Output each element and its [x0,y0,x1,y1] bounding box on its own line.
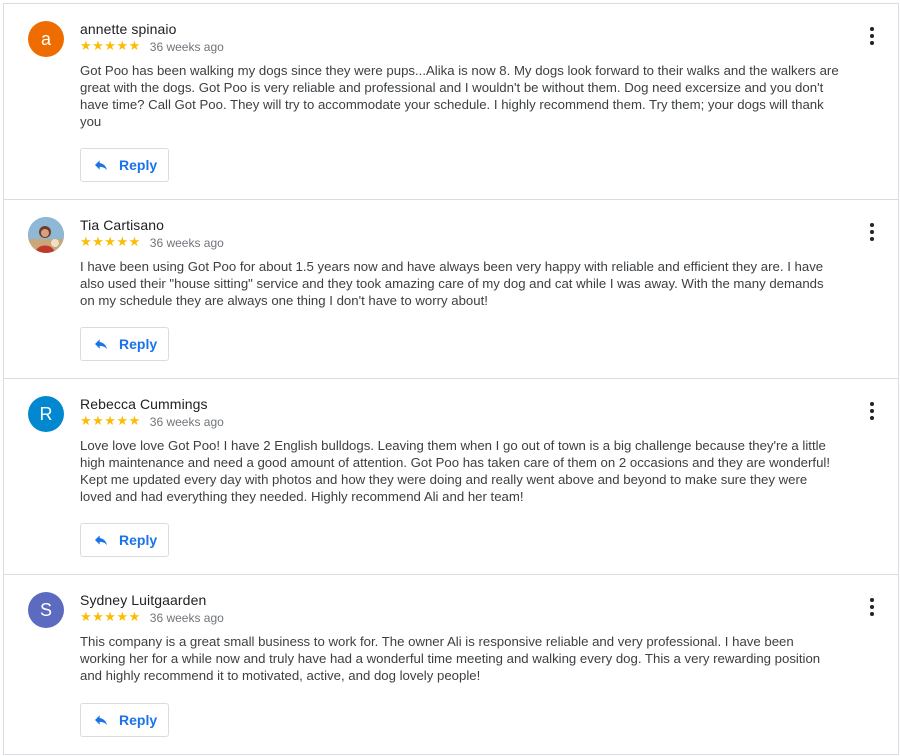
review-text: I have been using Got Poo for about 1.5 … [80,259,824,308]
review-text: Got Poo has been walking my dogs since t… [80,63,839,129]
review-date: 36 weeks ago [149,40,224,54]
more-options-icon[interactable] [866,597,878,617]
avatar[interactable]: a [28,21,64,57]
review-text: Love love love Got Poo! I have 2 English… [80,438,830,504]
reply-label: Reply [119,336,158,352]
review-card: a annette spinaio ★★★★★ 36 weeks ago Got… [3,3,899,200]
review-text: This company is a great small business t… [80,634,821,683]
more-options-icon[interactable] [866,222,878,242]
rating-row: ★★★★★ 36 weeks ago [80,39,224,55]
reply-button[interactable]: Reply [80,148,169,182]
star-rating: ★★★★★ [80,414,141,429]
reply-button[interactable]: Reply [80,327,169,361]
reply-label: Reply [119,532,158,548]
review-card: R Rebecca Cummings ★★★★★ 36 weeks ago Lo… [3,378,899,575]
avatar[interactable]: S [28,592,64,628]
more-options-icon[interactable] [866,26,878,46]
reviews-list: a annette spinaio ★★★★★ 36 weeks ago Got… [0,0,900,756]
review-card: Tia Cartisano ★★★★★ 36 weeks ago I have … [3,199,899,379]
avatar[interactable] [28,217,64,253]
reviewer-name[interactable]: Sydney Luitgaarden [80,592,206,608]
reply-arrow-icon [95,715,107,726]
rating-row: ★★★★★ 36 weeks ago [80,414,224,430]
reply-arrow-icon [95,535,107,546]
rating-row: ★★★★★ 36 weeks ago [80,235,224,251]
rating-row: ★★★★★ 36 weeks ago [80,610,224,626]
avatar[interactable]: R [28,396,64,432]
star-rating: ★★★★★ [80,235,141,250]
reply-label: Reply [119,712,158,728]
star-rating: ★★★★★ [80,610,141,625]
profile-photo-icon [28,217,64,253]
reviewer-name[interactable]: annette spinaio [80,21,176,37]
review-card: S Sydney Luitgaarden ★★★★★ 36 weeks ago … [3,574,899,755]
reply-arrow-icon [95,160,107,171]
reply-label: Reply [119,157,158,173]
reply-button[interactable]: Reply [80,523,169,557]
reviewer-name[interactable]: Tia Cartisano [80,217,164,233]
star-rating: ★★★★★ [80,39,141,54]
review-date: 36 weeks ago [149,611,224,625]
reply-arrow-icon [95,339,107,350]
review-date: 36 weeks ago [149,236,224,250]
review-date: 36 weeks ago [149,415,224,429]
more-options-icon[interactable] [866,401,878,421]
reviewer-name[interactable]: Rebecca Cummings [80,396,208,412]
reply-button[interactable]: Reply [80,703,169,737]
